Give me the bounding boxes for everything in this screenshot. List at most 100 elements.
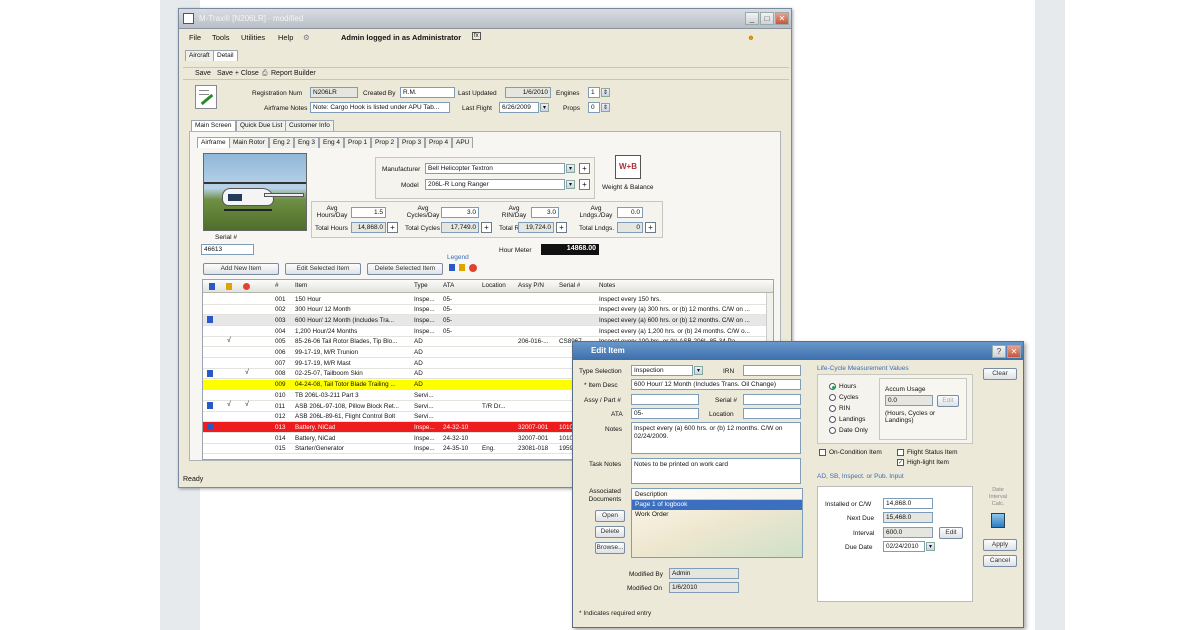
engines-field[interactable]: 1 [588, 87, 600, 98]
apply-button[interactable]: Apply [983, 539, 1017, 551]
tab-prop-3[interactable]: Prop 3 [398, 137, 426, 148]
avg-landings-field[interactable]: 0.0 [617, 207, 643, 218]
dialog-close-button[interactable]: ✕ [1007, 345, 1021, 358]
col-assy-pn[interactable]: Assy P/N [518, 282, 544, 289]
table-row[interactable]: 003 600 Hour/ 12 Month (Includes Tra... In… [203, 315, 768, 326]
col-location[interactable]: Location [482, 282, 506, 289]
notes-field[interactable]: Inspect every (a) 600 hrs. or (b) 12 mon… [631, 422, 801, 454]
tab-prop-4[interactable]: Prop 4 [425, 137, 453, 148]
flight-column-icon[interactable] [226, 283, 232, 290]
registration-field[interactable]: N206LR [310, 87, 358, 98]
fx-icon[interactable]: fx [472, 32, 481, 40]
tab-customer-info[interactable]: Customer Info [285, 120, 334, 131]
col-num[interactable]: # [275, 282, 279, 289]
tab-main-screen[interactable]: Main Screen [191, 120, 236, 131]
engines-spinner[interactable]: ⇕ [601, 88, 610, 97]
airframe-notes-field[interactable]: Note: Cargo Hook is listed under APU Tab… [310, 102, 450, 113]
tab-apu[interactable]: APU [452, 137, 474, 148]
task-notes-field[interactable]: Notes to be printed on work card [631, 458, 801, 484]
manufacturer-dropdown[interactable]: ▾ [566, 164, 575, 173]
accum-edit-button[interactable]: Edit [937, 395, 959, 407]
menu-utilities[interactable]: Utilities [241, 33, 265, 42]
add-new-item-button[interactable]: Add New Item [203, 263, 279, 275]
clear-button[interactable]: Clear [983, 368, 1017, 380]
serial-field[interactable]: 46613 [201, 244, 254, 255]
radio-landings[interactable] [829, 416, 836, 423]
delete-selected-item-button[interactable]: Delete Selected Item [367, 263, 443, 275]
radio-hours[interactable] [829, 383, 836, 390]
open-button[interactable]: Open [595, 510, 625, 522]
due-date-field[interactable]: 02/24/2010 [883, 541, 925, 552]
highlight-checkbox[interactable]: ✓ [897, 459, 904, 466]
tab-quick-due-list[interactable]: Quick Due List [236, 120, 287, 131]
serial-number-field[interactable] [743, 394, 801, 405]
item-desc-field[interactable]: 600 Hour/ 12 Month (Includes Trans. Oil … [631, 379, 801, 390]
col-notes[interactable]: Notes [599, 282, 615, 289]
browse-button[interactable]: Browse... [595, 542, 625, 554]
documents-list[interactable]: Description Page 1 of logbook Work Order [631, 488, 803, 558]
tab-aircraft[interactable]: Aircraft [185, 50, 214, 61]
tab-prop-1[interactable]: Prop 1 [344, 137, 372, 148]
add-manufacturer-button[interactable]: + [579, 163, 590, 174]
avg-rin-field[interactable]: 3.0 [531, 207, 559, 218]
menu-file[interactable]: File [189, 33, 201, 42]
tab-eng-3[interactable]: Eng 3 [294, 137, 319, 148]
tab-detail[interactable]: Detail [213, 50, 238, 61]
radio-rin[interactable] [829, 405, 836, 412]
type-selection-field[interactable]: Inspection [631, 365, 693, 376]
total-hours-add-button[interactable]: + [387, 222, 398, 233]
manufacturer-field[interactable]: Bell Helicopter Textron [425, 163, 565, 174]
created-by-field[interactable]: R.M. [400, 87, 455, 98]
tab-main-rotor[interactable]: Main Rotor [229, 137, 269, 148]
calculator-icon[interactable] [991, 513, 1005, 528]
tab-eng-2[interactable]: Eng 2 [269, 137, 294, 148]
user-icon[interactable]: ☻ [747, 33, 755, 42]
report-builder-button[interactable]: Report Builder [271, 70, 316, 77]
save-close-button[interactable]: Save + Close [217, 70, 259, 77]
col-ata[interactable]: ATA [443, 282, 454, 289]
installed-field[interactable]: 14,868.0 [883, 498, 933, 509]
maximize-button[interactable]: □ [760, 12, 774, 25]
interval-edit-button[interactable]: Edit [939, 527, 963, 539]
col-serial[interactable]: Serial # [559, 282, 580, 289]
menu-tools[interactable]: Tools [212, 33, 230, 42]
total-landings-add-button[interactable]: + [645, 222, 656, 233]
close-button[interactable]: ✕ [775, 12, 789, 25]
document-item[interactable]: Work Order [632, 510, 802, 520]
flight-status-checkbox[interactable] [897, 449, 904, 456]
on-condition-checkbox[interactable] [819, 449, 826, 456]
edit-selected-item-button[interactable]: Edit Selected Item [285, 263, 361, 275]
alert-column-icon[interactable] [243, 283, 250, 290]
add-model-button[interactable]: + [579, 179, 590, 190]
flag-column-icon[interactable] [209, 283, 215, 290]
total-rin-add-button[interactable]: + [556, 222, 567, 233]
ata-field[interactable]: 05- [631, 408, 699, 419]
props-field[interactable]: 0 [588, 102, 600, 113]
due-date-dropdown[interactable]: ▾ [926, 542, 935, 551]
avg-cycles-field[interactable]: 3.0 [441, 207, 479, 218]
model-field[interactable]: 206L-R Long Ranger [425, 179, 565, 190]
delete-doc-button[interactable]: Delete [595, 526, 625, 538]
col-item[interactable]: Item [295, 282, 307, 289]
table-row[interactable]: 002 300 Hour/ 12 Month Inspe... 05- Inspect … [203, 305, 768, 316]
irn-field[interactable] [743, 365, 801, 376]
weight-balance-icon[interactable]: W+B [615, 155, 641, 179]
last-flight-field[interactable]: 6/26/2009 [499, 102, 539, 113]
props-spinner[interactable]: ⇕ [601, 103, 610, 112]
minimize-button[interactable]: _ [745, 12, 759, 25]
cancel-button[interactable]: Cancel [983, 555, 1017, 567]
radio-cycles[interactable] [829, 394, 836, 401]
dialog-help-button[interactable]: ? [992, 345, 1006, 358]
total-cycles-add-button[interactable]: + [481, 222, 492, 233]
table-row[interactable]: 001 150 Hour Inspe... 05- Inspect every 150 … [203, 294, 768, 305]
document-item[interactable]: Page 1 of logbook [632, 500, 802, 510]
radio-date-only[interactable] [829, 427, 836, 434]
tab-eng-4[interactable]: Eng 4 [319, 137, 344, 148]
model-dropdown[interactable]: ▾ [566, 180, 575, 189]
menu-help[interactable]: Help [278, 33, 293, 42]
col-type[interactable]: Type [414, 282, 428, 289]
type-selection-dropdown[interactable]: ▾ [694, 366, 703, 375]
last-flight-dropdown[interactable]: ▾ [540, 103, 549, 112]
location-field[interactable] [743, 408, 801, 419]
save-button[interactable]: Save [195, 70, 211, 77]
